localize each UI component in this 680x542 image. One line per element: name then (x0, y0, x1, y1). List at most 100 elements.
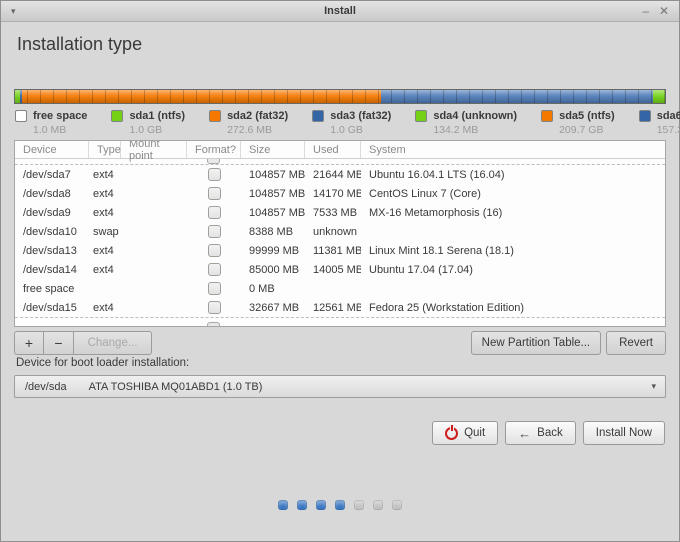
partially-visible-row (15, 317, 665, 326)
legend-size: 134.2 MB (433, 124, 479, 136)
table-row[interactable]: free space 0 MB (15, 279, 665, 298)
cell-type: ext4 (93, 301, 114, 314)
back-button[interactable]: ← Back (505, 421, 576, 445)
install-now-button[interactable]: Install Now (582, 421, 665, 445)
color-swatch (541, 110, 554, 122)
bootloader-device-select[interactable]: /dev/sda ATA TOSHIBA MQ01ABD1 (1.0 TB) ▾ (14, 375, 666, 398)
table-row[interactable]: /dev/sda10 swap 8388 MB unknown (15, 222, 665, 241)
cell-type: ext4 (93, 187, 114, 200)
cell-format (187, 301, 241, 314)
remove-partition-button[interactable]: − (44, 331, 74, 355)
cell-used: unknown (313, 225, 358, 238)
close-icon[interactable]: ✕ (659, 1, 669, 22)
bar-segment (22, 90, 381, 103)
format-checkbox[interactable] (207, 244, 221, 257)
action-buttons: Quit ← Back Install Now (432, 421, 665, 445)
chevron-down-icon: ▾ (651, 381, 656, 391)
column-header-type[interactable]: Type (89, 141, 121, 158)
cell-type: ext4 (93, 206, 114, 219)
legend-label: sda5 (ntfs) (559, 110, 615, 122)
table-row[interactable]: /dev/sda13 ext4 99999 MB 11381 MB Linux … (15, 241, 665, 260)
table-row[interactable]: /dev/sda8 ext4 104857 MB 14170 MB CentOS… (15, 184, 665, 203)
table-row[interactable]: /dev/sda7 ext4 104857 MB 21644 MB Ubuntu… (15, 165, 665, 184)
column-header-size[interactable]: Size (241, 141, 305, 158)
legend-label: free space (33, 110, 88, 122)
format-checkbox[interactable] (207, 187, 221, 200)
legend-size: 1.0 GB (129, 124, 163, 136)
cell-format (187, 187, 241, 200)
step-dot (354, 500, 364, 510)
cell-size: 8388 MB (249, 225, 294, 238)
partition-legend: free space 1.0 MB sda1 (ntfs) 1.0 GB sda… (15, 110, 680, 136)
quit-button[interactable]: Quit (432, 421, 499, 445)
color-swatch (638, 110, 651, 122)
legend-item: sda6 (ext4) 157.3 GB (638, 110, 680, 136)
legend-size: 157.3 GB (656, 124, 680, 136)
format-checkbox[interactable] (207, 206, 221, 219)
step-dot (335, 500, 345, 510)
legend-size: 272.6 MB (227, 124, 273, 136)
cell-format (187, 263, 241, 276)
table-row[interactable]: /dev/sda9 ext4 104857 MB 7533 MB MX-16 M… (15, 203, 665, 222)
column-header-device[interactable]: Device (15, 141, 89, 158)
cell-system: Fedora 25 (Workstation Edition) (369, 301, 525, 314)
bootloader-label: Device for boot loader installation: (16, 357, 190, 369)
cell-size: 85000 MB (249, 263, 300, 276)
cell-type: ext4 (93, 168, 114, 181)
cell-system: Ubuntu 17.04 (17.04) (369, 263, 473, 276)
partition-usage-bar (14, 89, 666, 104)
cell-device: /dev/sda13 (23, 244, 77, 257)
format-checkbox[interactable] (207, 301, 221, 314)
legend-size: 1.0 MB (33, 124, 67, 136)
cell-used: 11381 MB (313, 244, 361, 257)
cell-size: 104857 MB (249, 187, 305, 200)
back-arrow-icon: ← (518, 425, 532, 441)
legend-item: sda5 (ntfs) 209.7 GB (541, 110, 615, 136)
column-header-mount-point[interactable]: Mount point (121, 141, 187, 162)
cell-system: MX-16 Metamorphosis (16) (369, 206, 503, 219)
format-checkbox[interactable] (207, 225, 221, 238)
selected-device-description: ATA TOSHIBA MQ01ABD1 (1.0 TB) (88, 380, 263, 393)
color-swatch (111, 110, 124, 122)
bar-segment (380, 90, 653, 103)
cell-system: CentOS Linux 7 (Core) (369, 187, 481, 200)
cell-size: 32667 MB (249, 301, 300, 314)
legend-label: sda6 (ext4) (656, 110, 680, 122)
step-dot (373, 500, 383, 510)
legend-label: sda3 (fat32) (330, 110, 392, 122)
partition-toolbar: + − Change... New Partition Table... Rev… (14, 331, 666, 355)
change-partition-button[interactable]: Change... (74, 331, 152, 355)
legend-item: free space 1.0 MB (15, 110, 87, 136)
step-dot (297, 500, 307, 510)
page-title: Installation type (17, 34, 143, 54)
format-checkbox[interactable] (207, 168, 221, 181)
cell-format (187, 168, 241, 181)
cell-type: ext4 (93, 263, 114, 276)
cell-system: Linux Mint 18.1 Serena (18.1) (369, 244, 514, 257)
format-checkbox-partial (207, 159, 220, 164)
revert-button[interactable]: Revert (606, 331, 666, 355)
format-checkbox[interactable] (207, 282, 221, 295)
column-header-format[interactable]: Format? (187, 141, 241, 158)
legend-item: sda2 (fat32) 272.6 MB (209, 110, 288, 136)
cell-system: Ubuntu 16.04.1 LTS (16.04) (369, 168, 505, 181)
table-row[interactable]: /dev/sda14 ext4 85000 MB 14005 MB Ubuntu… (15, 260, 665, 279)
table-row[interactable]: /dev/sda15 ext4 32667 MB 12561 MB Fedora… (15, 298, 665, 317)
column-header-system[interactable]: System (361, 141, 665, 158)
legend-label: sda1 (ntfs) (129, 110, 186, 122)
format-checkbox[interactable] (207, 263, 221, 276)
install-now-button-label: Install Now (595, 427, 652, 439)
legend-label: sda4 (unknown) (433, 110, 518, 122)
column-header-used[interactable]: Used (305, 141, 361, 158)
cell-used: 7533 MB (313, 206, 358, 219)
format-checkbox-partial (207, 322, 220, 326)
new-partition-table-button[interactable]: New Partition Table... (470, 331, 602, 355)
color-swatch (312, 110, 325, 122)
cell-used: 14005 MB (313, 263, 361, 276)
window-title: Install (324, 5, 356, 17)
cell-used: 12561 MB (313, 301, 361, 314)
minimize-icon[interactable]: – (642, 1, 649, 22)
step-dot (392, 500, 402, 510)
add-partition-button[interactable]: + (14, 331, 44, 355)
cell-used: 14170 MB (313, 187, 361, 200)
